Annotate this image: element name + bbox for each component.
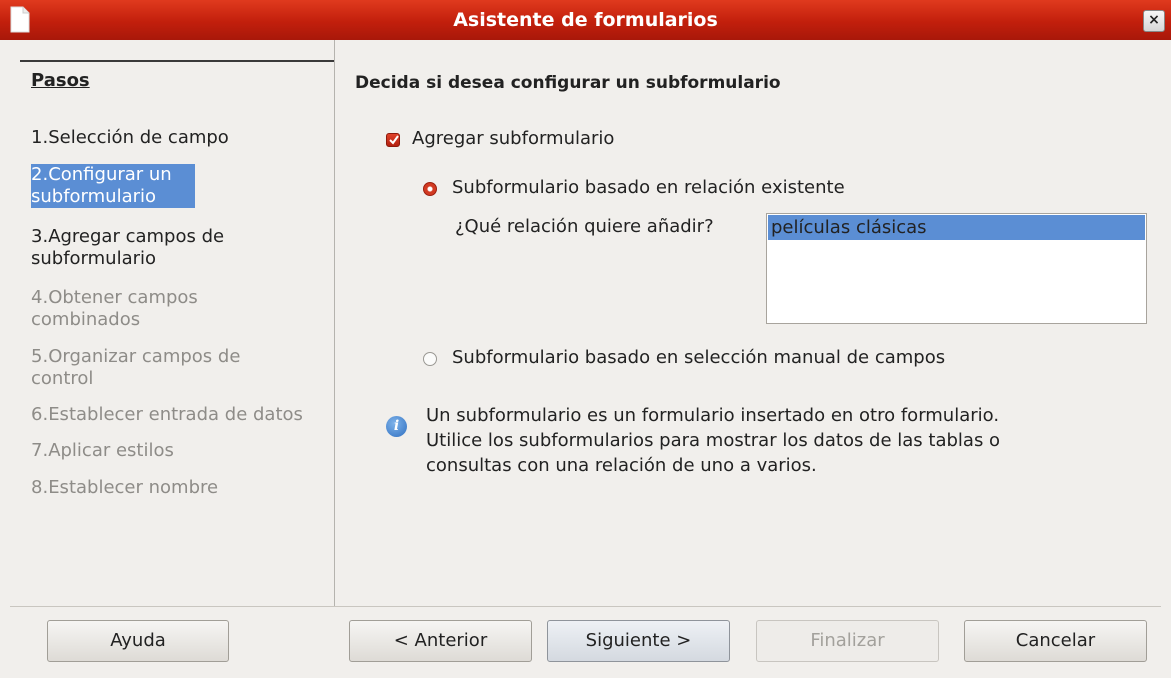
step-7: 7.Aplicar estilos bbox=[31, 440, 327, 462]
info-icon: i bbox=[386, 416, 407, 437]
radio-manual-selection-label[interactable]: Subformulario basado en selección manual… bbox=[452, 347, 945, 368]
step-label: Organizar campos de control bbox=[31, 346, 241, 389]
title-bar[interactable]: Asistente de formularios × bbox=[0, 0, 1171, 40]
step-8: 8.Establecer nombre bbox=[31, 477, 327, 499]
step-6: 6.Establecer entrada de datos bbox=[31, 404, 327, 426]
step-label: Configurar un subformulario bbox=[31, 164, 172, 207]
steps-divider bbox=[20, 60, 334, 62]
step-3[interactable]: 3.Agregar campos de subformulario bbox=[31, 226, 261, 270]
footer-divider bbox=[10, 606, 1161, 607]
radio-manual-selection[interactable] bbox=[423, 352, 437, 366]
info-line: Utilice los subformularios para mostrar … bbox=[426, 430, 1001, 451]
help-button[interactable]: Ayuda bbox=[47, 620, 229, 662]
step-2[interactable]: 2.Configurar un subformulario bbox=[31, 164, 195, 208]
step-label: Establecer nombre bbox=[48, 477, 219, 498]
next-button[interactable]: Siguiente > bbox=[547, 620, 730, 662]
step-5: 5.Organizar campos de control bbox=[31, 346, 261, 390]
step-label: Aplicar estilos bbox=[48, 440, 174, 461]
step-label: Establecer entrada de datos bbox=[48, 404, 303, 425]
step-label: Agregar campos de subformulario bbox=[31, 226, 225, 269]
finish-button: Finalizar bbox=[756, 620, 939, 662]
step-number: 8. bbox=[31, 477, 49, 498]
relation-listbox[interactable]: películas clásicas bbox=[766, 213, 1147, 324]
radio-existing-relation-label[interactable]: Subformulario basado en relación existen… bbox=[452, 177, 845, 198]
list-item[interactable]: películas clásicas bbox=[768, 215, 1145, 240]
info-text: Un subformulario es un formulario insert… bbox=[426, 403, 1146, 478]
step-number: 6. bbox=[31, 404, 49, 425]
step-4: 4.Obtener campos combinados bbox=[31, 287, 241, 331]
close-icon[interactable]: × bbox=[1143, 10, 1165, 32]
step-label: Selección de campo bbox=[48, 127, 229, 148]
step-label: Obtener campos combinados bbox=[31, 287, 198, 330]
checkmark-icon bbox=[389, 135, 399, 145]
wizard-dialog: Asistente de formularios × Pasos 1.Selec… bbox=[0, 0, 1171, 678]
page-title: Decida si desea configurar un subformula… bbox=[355, 73, 781, 93]
step-1[interactable]: 1.Selección de campo bbox=[31, 127, 327, 149]
step-number: 7. bbox=[31, 440, 49, 461]
info-line: consultas con una relación de uno a vari… bbox=[426, 455, 817, 476]
add-subform-label[interactable]: Agregar subformulario bbox=[412, 128, 614, 149]
step-number: 2. bbox=[31, 164, 49, 185]
cancel-button[interactable]: Cancelar bbox=[964, 620, 1147, 662]
step-number: 3. bbox=[31, 226, 49, 247]
add-subform-checkbox[interactable] bbox=[386, 133, 400, 147]
step-number: 1. bbox=[31, 127, 49, 148]
steps-header: Pasos bbox=[31, 70, 90, 91]
radio-existing-relation[interactable] bbox=[423, 182, 437, 196]
back-button[interactable]: < Anterior bbox=[349, 620, 532, 662]
step-number: 5. bbox=[31, 346, 49, 367]
relation-prompt: ¿Qué relación quiere añadir? bbox=[455, 216, 714, 237]
step-number: 4. bbox=[31, 287, 49, 308]
window-title: Asistente de formularios bbox=[453, 9, 718, 31]
info-line: Un subformulario es un formulario insert… bbox=[426, 405, 1000, 426]
